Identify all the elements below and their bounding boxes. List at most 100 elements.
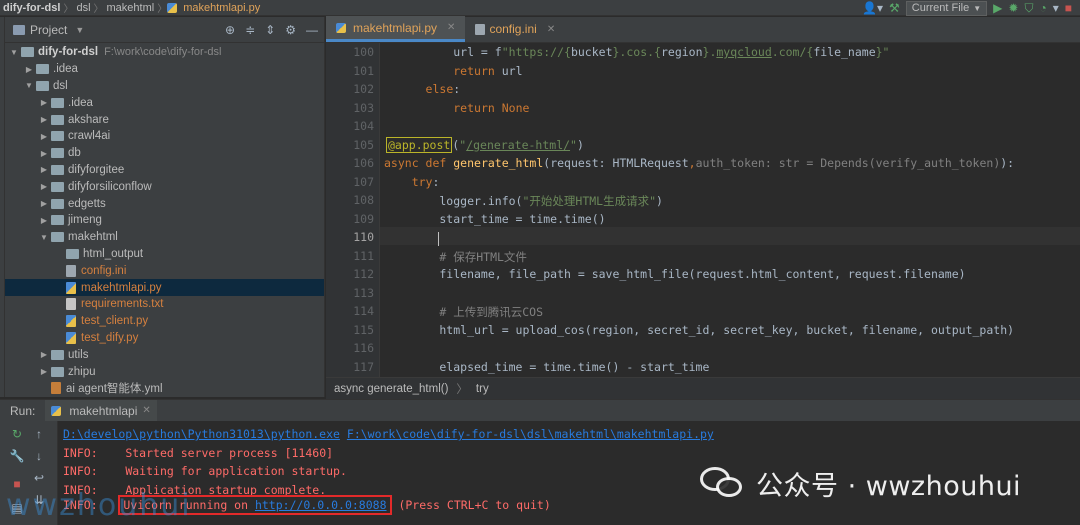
folder-icon [51, 215, 64, 226]
close-icon[interactable]: ✕ [447, 22, 455, 33]
chevron-right-icon[interactable]: ▶ [22, 65, 36, 74]
python-file-icon [167, 2, 178, 13]
code-line: try: [411, 174, 440, 189]
tree-item[interactable]: ▶ jimeng [5, 212, 324, 229]
tree-item[interactable]: ▶ difyforsiliconflow [5, 178, 324, 195]
tree-item[interactable]: ai agent智能体.yml [5, 380, 324, 397]
chevron-right-icon[interactable]: ▶ [37, 199, 51, 208]
server-url-link[interactable]: http://0.0.0.0:8088 [255, 498, 387, 512]
chevron-down-icon[interactable]: ▼ [75, 25, 84, 35]
folder-icon [51, 114, 64, 125]
tree-item[interactable]: html_output [5, 246, 324, 263]
tree-item[interactable]: ▼ dsl [5, 78, 324, 95]
tree-item-label: makehtmlapi.py [81, 281, 162, 294]
tab-config-ini[interactable]: config.ini ✕ [465, 16, 565, 42]
coverage-icon[interactable]: ⛉ [1024, 0, 1033, 16]
tree-item[interactable]: ▶ zhipu [5, 363, 324, 380]
toolbar-right: 👤▾ ⚒ Current File ▼ ▶ ✹ ⛉ ◔ ▾ ■ [862, 0, 1080, 16]
chevron-right-icon[interactable]: ▶ [37, 182, 51, 191]
line-number: 107 [353, 174, 374, 189]
log-message: Started server process [11460] [125, 445, 334, 460]
breadcrumb-project[interactable]: dify-for-dsl [0, 2, 63, 14]
wechat-logo-icon [700, 463, 744, 503]
breadcrumb-function[interactable]: async generate_html() [334, 383, 448, 395]
build-hammer-icon[interactable]: ⚒ [889, 0, 900, 16]
python-exe-link[interactable]: D:\develop\python\Python31013\python.exe [63, 427, 340, 441]
tree-item[interactable]: test_dify.py [5, 330, 324, 347]
more-actions-icon[interactable]: ▾ [1053, 0, 1059, 16]
breadcrumb-dsl[interactable]: dsl [73, 2, 93, 14]
project-panel-title[interactable]: Project [30, 23, 67, 37]
tree-item[interactable]: ▶ akshare [5, 111, 324, 128]
line-number: 108 [353, 193, 374, 207]
rerun-icon[interactable]: ↻ [8, 427, 26, 441]
tree-item[interactable]: makehtmlapi.py [5, 279, 324, 296]
python-file-icon [51, 405, 62, 416]
tree-item[interactable]: ▼ dify-for-dsl F:\work\code\dify-for-dsl [5, 44, 324, 61]
folder-icon [51, 198, 64, 209]
locate-icon[interactable]: ⊕ [225, 23, 235, 37]
code-editor[interactable]: url = f"https://{bucket}.cos.{region}.my… [380, 43, 1080, 377]
tree-item[interactable]: test_client.py [5, 313, 324, 330]
txt-file-icon [66, 298, 76, 311]
folder-icon [51, 97, 64, 108]
tree-item[interactable]: requirements.txt [5, 296, 324, 313]
code-line: return None [453, 100, 530, 115]
chevron-right-icon[interactable]: ▶ [37, 115, 51, 124]
chevron-right-icon[interactable]: ▶ [37, 98, 51, 107]
tree-item-label: akshare [68, 113, 109, 126]
tree-item[interactable]: ▶ difyforgitee [5, 162, 324, 179]
minimize-icon[interactable]: — [306, 23, 318, 37]
run-tab[interactable]: makehtmlapi ✕ [45, 399, 157, 422]
breadcrumb-try[interactable]: try [476, 383, 489, 395]
chevron-down-icon[interactable]: ▼ [7, 48, 21, 57]
chevron-right-icon[interactable]: ▶ [37, 132, 51, 141]
gear-icon[interactable]: ⚙ [285, 23, 296, 37]
chevron-right-icon[interactable]: ▶ [37, 367, 51, 376]
profile-icon[interactable]: ◔ [1039, 0, 1046, 16]
breadcrumb-file[interactable]: makehtmlapi.py [180, 2, 263, 14]
tree-item[interactable]: ▶ utils [5, 346, 324, 363]
folder-icon [51, 148, 64, 159]
run-configuration-select[interactable]: Current File ▼ [905, 0, 988, 16]
console-line: INFO: Started server process [11460] [63, 446, 333, 460]
tree-item[interactable]: ▶ .idea [5, 61, 324, 78]
chevron-down-icon[interactable]: ▼ [37, 233, 51, 242]
breadcrumb-makehtml[interactable]: makehtml [104, 2, 158, 14]
tree-item[interactable]: ▶ .idea [5, 94, 324, 111]
tree-item[interactable]: ▶ crawl4ai [5, 128, 324, 145]
line-number: 102 [353, 82, 374, 96]
breadcrumb-separator: 〉 [93, 4, 104, 15]
line-number: 106 [353, 156, 374, 170]
py-file-icon [66, 331, 76, 344]
navigation-bar: dify-for-dsl 〉 dsl 〉 makehtml 〉 makehtml… [0, 0, 1080, 16]
up-arrow-icon[interactable]: ↑ [30, 427, 48, 441]
chevron-right-icon[interactable]: ▶ [37, 149, 51, 158]
log-message: Waiting for application startup. [125, 464, 347, 478]
code-line: url = f"https://{bucket}.cos.{region}.my… [384, 45, 890, 59]
breadcrumb-separator: 〉 [157, 4, 168, 15]
collapse-all-icon[interactable]: ≑ [245, 23, 255, 37]
chevron-right-icon[interactable]: ▶ [37, 165, 51, 174]
script-path-link[interactable]: F:\work\code\dify-for-dsl\dsl\makehtml\m… [347, 427, 714, 441]
tree-item[interactable]: config.ini [5, 262, 324, 279]
tree-item[interactable]: ▶ edgetts [5, 195, 324, 212]
tab-makehtmlapi[interactable]: makehtmlapi.py ✕ [326, 16, 466, 42]
run-icon[interactable]: ▶ [993, 0, 1002, 16]
code-line: filename, file_path = save_html_file(req… [384, 267, 966, 281]
close-icon[interactable]: ✕ [142, 405, 150, 416]
expand-icon[interactable]: ⇕ [265, 23, 275, 37]
stop-icon[interactable]: ■ [1065, 0, 1072, 16]
chevron-right-icon[interactable]: ▶ [37, 216, 51, 225]
chevron-down-icon[interactable]: ▼ [22, 81, 36, 90]
debug-icon[interactable]: ✹ [1008, 0, 1018, 16]
soft-wrap-icon[interactable]: ↩ [30, 471, 48, 485]
down-arrow-icon[interactable]: ↓ [30, 449, 48, 463]
close-icon[interactable]: ✕ [547, 24, 555, 35]
folder-icon [66, 248, 79, 259]
wrench-icon[interactable]: 🔧 [8, 449, 26, 463]
tree-item[interactable]: ▼ makehtml [5, 229, 324, 246]
tree-item[interactable]: ▶ db [5, 145, 324, 162]
user-icon[interactable]: 👤▾ [862, 0, 883, 16]
chevron-right-icon[interactable]: ▶ [37, 350, 51, 359]
